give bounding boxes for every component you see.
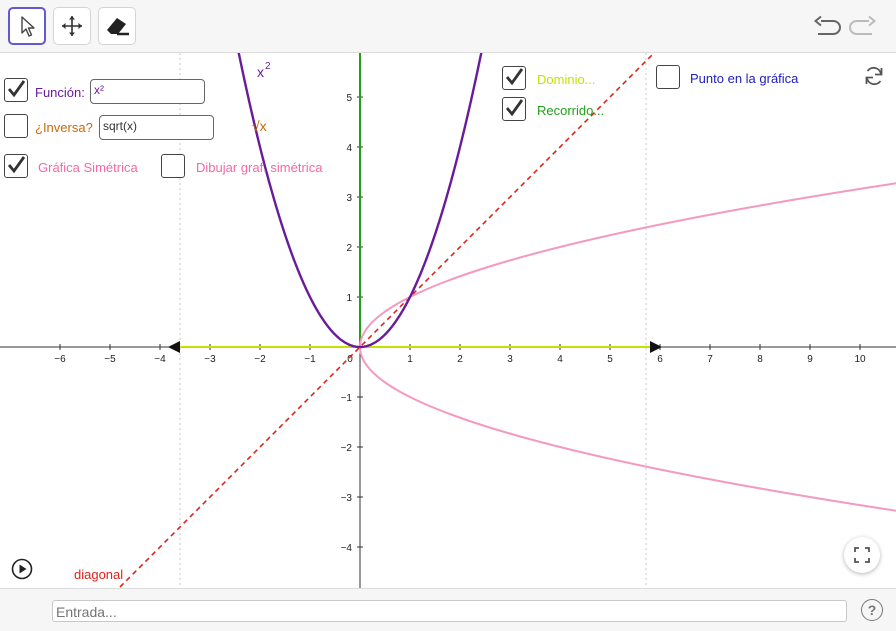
y-tick-label: −4 — [341, 543, 353, 554]
y-tick-label: −2 — [341, 443, 353, 454]
undo-icon — [813, 15, 841, 35]
dominio-label: Dominio... — [537, 72, 596, 87]
cursor-arrow-icon — [21, 16, 35, 37]
redo-icon — [849, 15, 877, 35]
move-graphics-tool-button[interactable] — [53, 7, 91, 45]
input-bar: ? — [0, 588, 896, 631]
dominio-right-arrow — [650, 341, 662, 353]
recorrido-label: Recorrido... — [537, 103, 605, 118]
punto-checkbox[interactable] — [656, 65, 680, 89]
y-tick-label: 2 — [346, 243, 352, 254]
entrada-input[interactable] — [52, 600, 847, 622]
undo-button[interactable] — [812, 12, 842, 42]
inversa-input[interactable]: sqrt(x) — [99, 115, 214, 140]
checkmark-icon — [7, 156, 26, 174]
x-tick-label: −2 — [254, 354, 266, 365]
funcion-curve-label: x — [257, 64, 264, 80]
y-tick-label: −1 — [341, 393, 353, 404]
inversa-label: ¿Inversa? — [35, 120, 93, 135]
refresh-icon — [865, 66, 883, 86]
fullscreen-icon — [854, 547, 870, 563]
y-tick-label: −3 — [341, 493, 353, 504]
x-tick-label: 3 — [507, 354, 513, 365]
x-tick-label: −1 — [304, 354, 316, 365]
dominio-checkbox[interactable] — [502, 66, 526, 90]
funcion-input[interactable]: x² — [90, 79, 205, 104]
y-tick-label: 5 — [346, 93, 352, 104]
play-animation-button[interactable] — [11, 558, 33, 580]
x-tick-label: 10 — [854, 354, 866, 365]
move-tool-button[interactable] — [8, 7, 46, 45]
checkmark-icon — [505, 99, 524, 117]
y-tick-label: 1 — [346, 293, 352, 304]
simetrica-curve-upper[interactable] — [359, 173, 896, 347]
redo-button[interactable] — [848, 12, 878, 42]
dibujar-checkbox[interactable] — [161, 154, 185, 178]
x-tick-label: 1 — [407, 354, 413, 365]
dibujar-label: Dibujar graf. simétrica — [196, 160, 323, 175]
play-icon — [11, 558, 33, 580]
funcion-curve-label-exponent: 2 — [265, 61, 271, 72]
move-arrows-icon — [62, 16, 82, 36]
x-tick-label: 2 — [457, 354, 463, 365]
simetrica-checkbox[interactable] — [4, 154, 28, 178]
x-tick-label: −3 — [204, 354, 216, 365]
x-tick-label: 5 — [607, 354, 613, 365]
inversa-curve-label: √x — [252, 118, 267, 134]
x-tick-label: 7 — [707, 354, 713, 365]
graphics-view[interactable]: −6 −5 −4 −3 −2 −1 0 1 2 3 4 5 6 7 8 9 10 1 2 3 4 5 −1 −2 −3 −4 x 2 √… — [0, 53, 896, 588]
simetrica-label: Gráfica Simétrica — [38, 160, 138, 175]
delete-tool-button[interactable] — [98, 7, 136, 45]
funcion-label: Función: — [35, 85, 85, 100]
x-tick-label: −4 — [154, 354, 166, 365]
y-tick-label: 4 — [346, 143, 352, 154]
x-tick-label: 4 — [557, 354, 563, 365]
x-tick-label: 9 — [807, 354, 813, 365]
dominio-left-arrow — [168, 341, 180, 353]
checkmark-icon — [505, 68, 524, 86]
fullscreen-button[interactable] — [844, 537, 880, 573]
y-tick-label: 3 — [346, 193, 352, 204]
checkmark-icon — [7, 80, 26, 98]
x-tick-label: 6 — [657, 354, 663, 365]
recorrido-checkbox[interactable] — [502, 97, 526, 121]
x-tick-label: −6 — [54, 354, 66, 365]
eraser-icon — [107, 18, 129, 36]
x-tick-label: −5 — [104, 354, 116, 365]
help-icon[interactable]: ? — [861, 599, 883, 621]
inversa-checkbox[interactable] — [4, 114, 28, 138]
diagonal-label: diagonal — [74, 567, 123, 582]
simetrica-curve-lower[interactable] — [359, 347, 896, 521]
toolbar — [0, 0, 896, 53]
punto-label: Punto en la gráfica — [690, 71, 799, 86]
x-tick-label: 8 — [757, 354, 763, 365]
funcion-checkbox[interactable] — [4, 78, 28, 102]
reset-button[interactable] — [862, 64, 886, 88]
